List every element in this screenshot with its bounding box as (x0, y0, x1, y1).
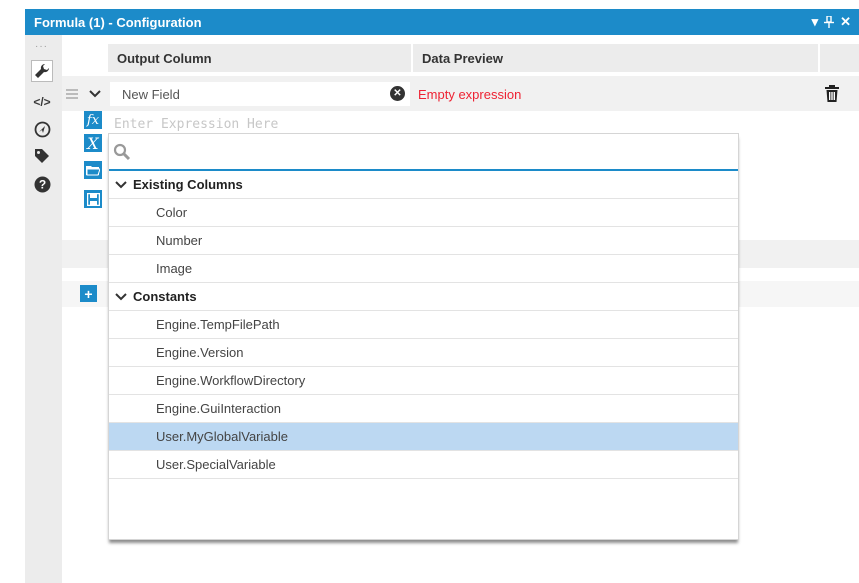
panel-title: Formula (1) - Configuration (34, 14, 202, 30)
pin-icon[interactable] (824, 14, 835, 30)
list-item[interactable]: User.SpecialVariable (109, 451, 738, 479)
navigate-icon[interactable] (31, 118, 53, 140)
svg-text:?: ? (38, 177, 45, 191)
list-item[interactable]: Engine.WorkflowDirectory (109, 367, 738, 395)
window-controls: ▾ ✕ (812, 14, 851, 30)
save-icon[interactable] (84, 190, 102, 208)
search-icon (113, 143, 131, 161)
list-item[interactable]: Engine.TempFilePath (109, 311, 738, 339)
variables-tool-icon[interactable]: X (84, 134, 102, 153)
function-tool-icon[interactable]: fx (84, 111, 102, 129)
popup-search-input[interactable] (131, 142, 738, 162)
wrench-icon[interactable] (31, 60, 53, 82)
list-item-selected[interactable]: User.MyGlobalVariable (109, 423, 738, 451)
group-label: Constants (133, 289, 197, 304)
group-constants[interactable]: Constants (109, 283, 738, 311)
delete-row-icon[interactable] (822, 81, 842, 105)
add-field-button[interactable]: + (80, 285, 97, 302)
group-existing-columns[interactable]: Existing Columns (109, 171, 738, 199)
panel-title-bar: Formula (1) - Configuration ▾ ✕ (25, 9, 859, 35)
list-item[interactable]: Image (109, 255, 738, 283)
help-icon[interactable]: ? (31, 173, 53, 195)
chevron-down-icon (115, 292, 127, 301)
autocomplete-popup: Existing Columns Color Number Image Cons… (108, 133, 739, 540)
open-folder-icon[interactable] (84, 161, 102, 179)
list-item[interactable]: Number (109, 227, 738, 255)
list-item[interactable]: Color (109, 199, 738, 227)
menu-dropdown-icon[interactable]: ▾ (812, 14, 819, 30)
clear-field-icon[interactable]: ✕ (390, 86, 405, 101)
popup-search-bar[interactable] (109, 134, 738, 171)
chevron-down-icon (115, 180, 127, 189)
header-spacer (820, 44, 859, 72)
list-item[interactable]: Engine.Version (109, 339, 738, 367)
sidebar-grip: ··· (35, 41, 48, 52)
output-field-input[interactable]: New Field (110, 82, 410, 106)
output-column-header[interactable]: Output Column (108, 44, 411, 72)
code-icon[interactable]: </> (31, 91, 53, 113)
drag-handle[interactable] (62, 81, 82, 107)
list-item[interactable]: Engine.GuiInteraction (109, 395, 738, 423)
data-preview-header[interactable]: Data Preview (413, 44, 818, 72)
expand-row-button[interactable] (84, 81, 106, 107)
config-sidebar: ··· </> ? (25, 35, 62, 583)
group-label: Existing Columns (133, 177, 243, 192)
data-preview-value: Empty expression (418, 86, 522, 102)
tag-icon[interactable] (31, 145, 53, 167)
expression-editor[interactable]: Enter Expression Here (110, 113, 850, 135)
close-icon[interactable]: ✕ (840, 14, 851, 30)
